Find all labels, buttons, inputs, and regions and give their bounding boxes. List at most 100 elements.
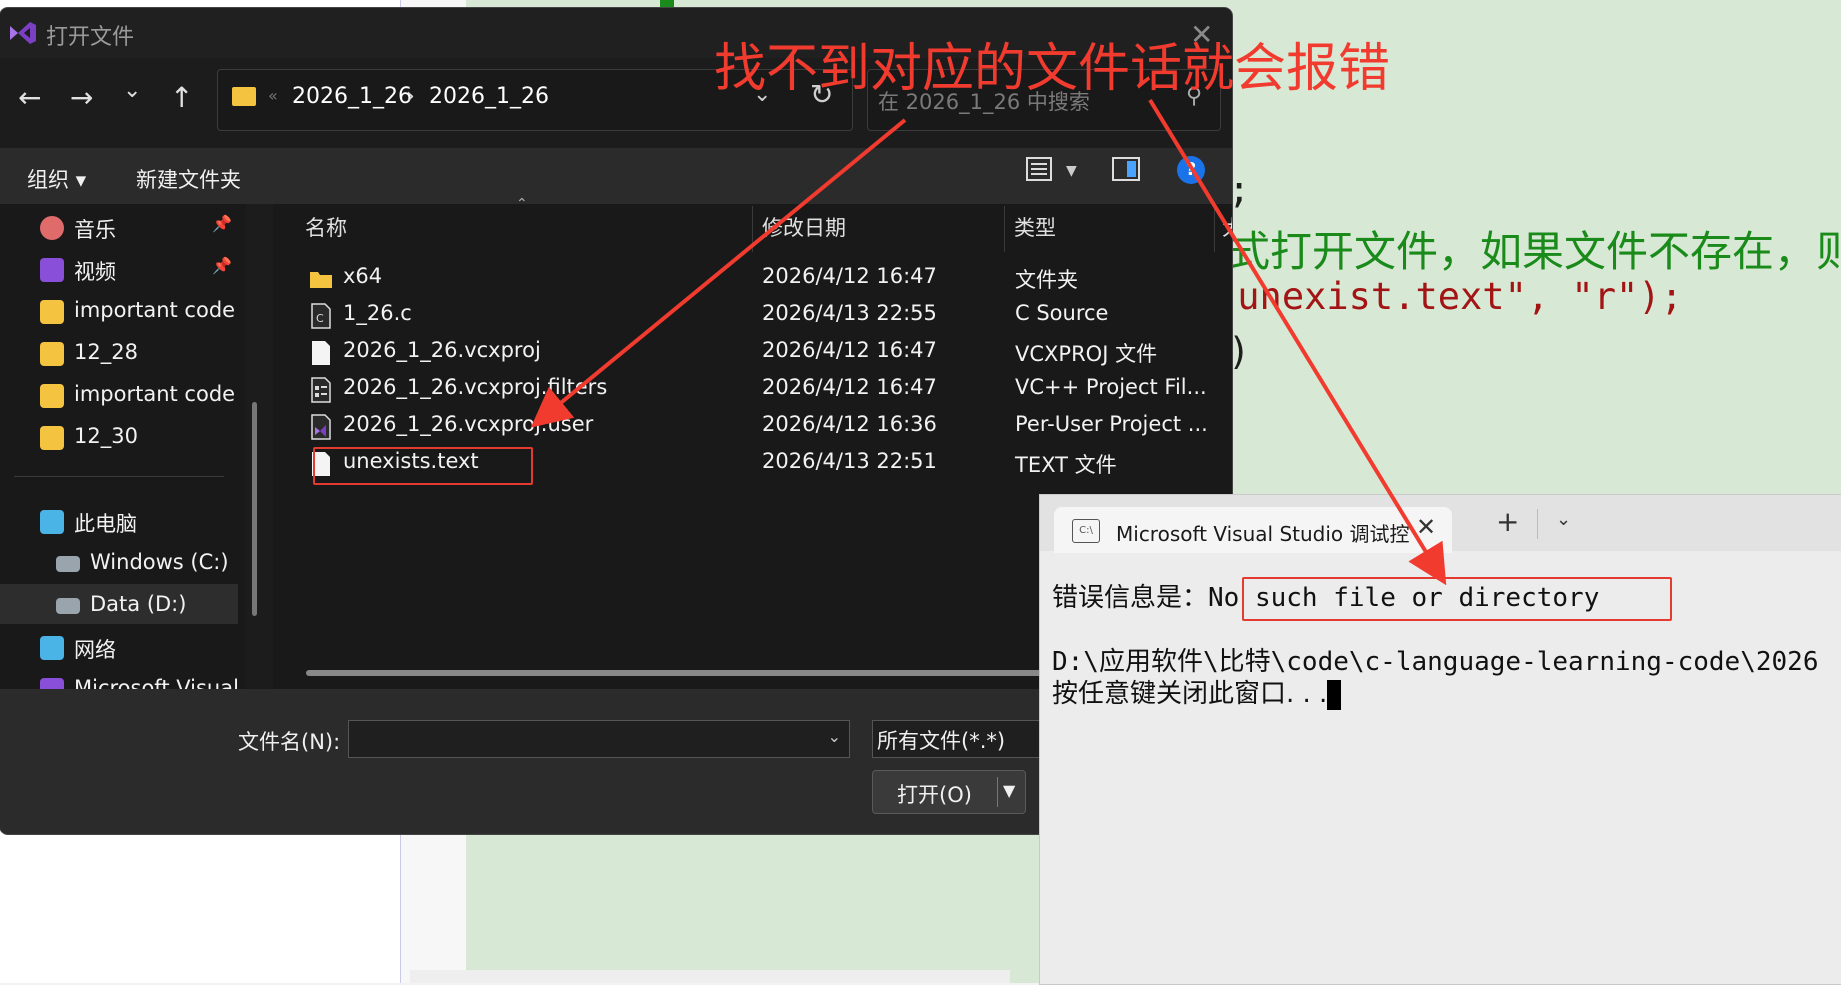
sidebar-item-important-code-1[interactable]: important code : (40, 294, 240, 330)
sidebar-item-important-code-2[interactable]: important code : (40, 378, 240, 414)
forward-arrow-icon[interactable]: → (70, 81, 93, 114)
highlight-box-error-message (1242, 577, 1672, 621)
code-comment-line: 式打开文件，如果文件不存在，则 (1228, 227, 1841, 276)
file-type: VCXPROJ 文件 (1015, 342, 1158, 366)
file-type: C Source (1015, 301, 1109, 325)
chevron-down-icon[interactable]: ▼ (1003, 781, 1015, 800)
pin-icon[interactable]: 📌 (212, 214, 232, 233)
file-row-vcxproj-filters[interactable]: 2026_1_26.vcxproj.filters 2026/4/12 16:4… (300, 373, 1232, 407)
column-header-name[interactable]: 名称 (305, 212, 347, 242)
console-tab-strip: C:\ Microsoft Visual Studio 调试控 ✕ + ⌄ (1040, 495, 1841, 553)
view-options-dropdown-icon[interactable]: ▼ (1066, 163, 1077, 179)
video-icon (40, 258, 64, 282)
back-arrow-icon[interactable]: ← (18, 81, 41, 114)
editor-bottom-tabs (410, 970, 1010, 983)
sidebar-divider (14, 476, 224, 477)
file-list-horizontal-scrollbar[interactable] (306, 670, 1096, 676)
svg-text:C: C (316, 312, 324, 325)
file-type: TEXT 文件 (1015, 453, 1117, 477)
folder-sync-icon (40, 384, 64, 408)
new-tab-button[interactable]: + (1496, 505, 1519, 538)
organize-button[interactable]: 组织 ▾ (27, 164, 86, 194)
file-type: 文件夹 (1015, 268, 1078, 292)
sidebar-item-microsoft-visual[interactable]: Microsoft Visual (40, 672, 240, 689)
chevron-down-icon[interactable]: ⌄ (828, 727, 841, 746)
visual-studio-icon (40, 678, 64, 689)
folder-sync-icon (40, 426, 64, 450)
sidebar-item-videos[interactable]: 视频 📌 (40, 252, 240, 288)
sidebar-item-windows-c[interactable]: Windows (C:) (56, 546, 246, 582)
file-row-vcxproj[interactable]: 2026_1_26.vcxproj 2026/4/12 16:47 VCXPRO… (300, 336, 1232, 370)
view-list-icon[interactable] (1026, 157, 1052, 181)
column-separator[interactable] (1214, 206, 1215, 252)
column-header-type[interactable]: 类型 (1014, 212, 1056, 242)
file-type: VC++ Project Fil... (1015, 375, 1207, 399)
file-name: 1_26.c (343, 301, 412, 325)
file-row-x64[interactable]: x64 2026/4/12 16:47 文件夹 (300, 262, 1232, 296)
sidebar-item-network[interactable]: 网络 (40, 630, 240, 666)
file-name: 2026_1_26.vcxproj (343, 338, 541, 362)
file-type: Per-User Project ... (1015, 412, 1208, 436)
open-button[interactable]: 打开(O) ▼ (872, 770, 1026, 814)
debug-console-window: C:\ Microsoft Visual Studio 调试控 ✕ + ⌄ 错误… (1039, 494, 1841, 985)
column-separator[interactable] (1004, 206, 1005, 252)
sidebar-item-label: Microsoft Visual (74, 676, 239, 689)
file-name: 2026_1_26.vcxproj.filters (343, 375, 608, 399)
file-date: 2026/4/13 22:55 (762, 301, 937, 325)
new-folder-button[interactable]: 新建文件夹 (136, 164, 241, 194)
file-name: 2026_1_26.vcxproj.user (343, 412, 594, 436)
console-tab-title: Microsoft Visual Studio 调试控 (1116, 522, 1410, 546)
pin-icon[interactable]: 📌 (212, 256, 232, 275)
address-overflow[interactable]: « (268, 86, 278, 105)
recent-locations-chevron-icon[interactable]: ⌄ (123, 78, 141, 103)
navigation-sidebar: 音乐 📌 视频 📌 important code : 12_28 importa… (0, 204, 246, 689)
preview-pane-icon[interactable] (1112, 157, 1140, 181)
sidebar-item-label: important code : (74, 298, 240, 322)
column-separator[interactable] (752, 206, 753, 252)
computer-icon (40, 510, 64, 534)
sidebar-item-12-30[interactable]: 12_30 (40, 420, 240, 456)
file-date: 2026/4/13 22:51 (762, 449, 937, 473)
sidebar-item-label: 12_28 (74, 340, 138, 364)
error-label: 错误信息是： (1052, 583, 1209, 613)
filename-input[interactable]: ⌄ (348, 720, 850, 758)
folder-sync-icon (40, 342, 64, 366)
breadcrumb-current[interactable]: 2026_1_26 (429, 84, 549, 109)
help-icon[interactable]: ? (1177, 156, 1205, 184)
console-prompt-line: 按任意键关闭此窗口. . . (1052, 673, 1342, 710)
sidebar-item-this-pc[interactable]: 此电脑 (40, 504, 240, 540)
tab-strip-divider (1537, 509, 1538, 539)
breadcrumb-parent[interactable]: 2026_1_26 (292, 84, 412, 109)
sidebar-item-label: Data (D:) (90, 592, 187, 616)
file-date: 2026/4/12 16:36 (762, 412, 937, 436)
folder-icon (232, 87, 256, 106)
sidebar-item-data-d[interactable]: Data (D:) (56, 588, 246, 624)
highlight-box-unexists-file (313, 447, 533, 485)
up-arrow-icon[interactable]: ↑ (170, 81, 193, 114)
file-date: 2026/4/12 16:47 (762, 375, 937, 399)
chevron-down-icon[interactable]: ⌄ (1556, 509, 1571, 530)
sidebar-scrollbar[interactable] (252, 402, 257, 616)
sidebar-item-music[interactable]: 音乐 📌 (40, 210, 240, 246)
music-icon (40, 216, 64, 240)
column-header-size[interactable]: 大 (1222, 212, 1232, 242)
close-tab-icon[interactable]: ✕ (1416, 513, 1436, 541)
sidebar-item-label: 此电脑 (74, 512, 137, 536)
console-tab[interactable]: C:\ Microsoft Visual Studio 调试控 ✕ (1054, 507, 1452, 553)
split-divider (997, 777, 998, 807)
sidebar-item-label: important code : (74, 382, 240, 406)
drive-icon (56, 556, 80, 572)
dialog-title: 打开文件 (46, 25, 135, 50)
network-icon (40, 636, 64, 660)
sidebar-item-12-28[interactable]: 12_28 (40, 336, 240, 372)
column-header-date[interactable]: 修改日期 (762, 212, 846, 242)
file-name: x64 (343, 264, 383, 288)
filename-label: 文件名(N): (238, 730, 341, 754)
file-row-1-26-c[interactable]: C 1_26.c 2026/4/13 22:55 C Source (300, 299, 1232, 333)
drive-icon (56, 598, 80, 614)
file-row-vcxproj-user[interactable]: 2026_1_26.vcxproj.user 2026/4/12 16:36 P… (300, 410, 1232, 444)
sort-ascending-icon: ⌃ (516, 196, 528, 212)
sidebar-item-label: 12_30 (74, 424, 138, 448)
sidebar-item-label: 音乐 (74, 218, 116, 242)
annotation-title: 找不到对应的文件话就会报错 (714, 39, 1391, 99)
